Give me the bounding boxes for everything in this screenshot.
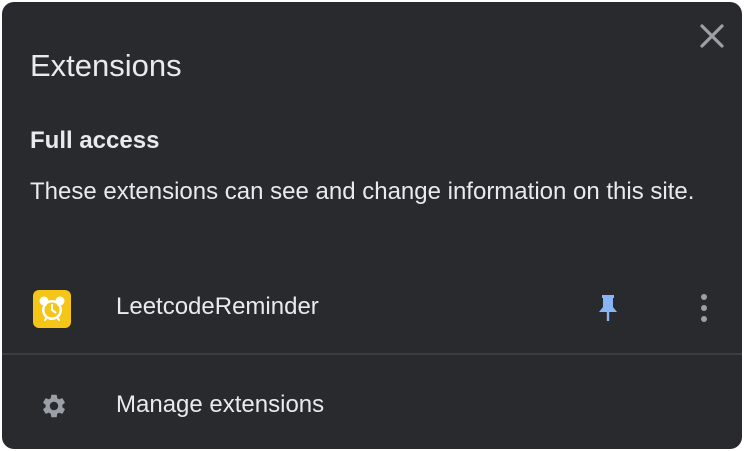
popup-title: Extensions xyxy=(30,48,182,83)
close-icon xyxy=(700,24,724,48)
full-access-heading: Full access xyxy=(30,127,160,154)
extension-row-leetcodereminder[interactable]: LeetcodeReminder xyxy=(2,278,742,336)
manage-extensions-button[interactable]: Manage extensions xyxy=(2,380,742,432)
close-button[interactable] xyxy=(694,18,730,54)
vertical-dots-icon xyxy=(701,294,707,322)
gear-icon xyxy=(38,390,70,422)
more-options-button[interactable] xyxy=(686,288,722,328)
divider xyxy=(2,353,742,355)
full-access-description: These extensions can see and change info… xyxy=(30,178,695,205)
extension-name: LeetcodeReminder xyxy=(116,293,319,320)
manage-extensions-label: Manage extensions xyxy=(116,391,325,418)
alarm-clock-icon xyxy=(33,290,71,328)
pin-button[interactable] xyxy=(590,288,626,328)
pin-icon xyxy=(599,295,617,321)
extensions-popup: Extensions Full access These extensions … xyxy=(2,2,742,449)
